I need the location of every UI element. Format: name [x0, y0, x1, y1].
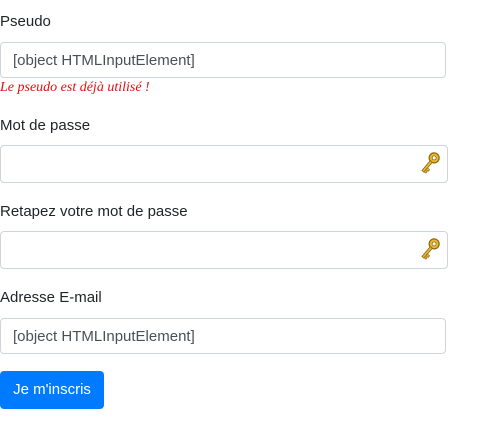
- key-icon[interactable]: [417, 150, 441, 178]
- pseudo-error-message: Le pseudo est déjà utilisé !: [0, 80, 150, 95]
- pseudo-label: Pseudo: [0, 13, 51, 30]
- email-label: Adresse E-mail: [0, 289, 102, 306]
- pseudo-input[interactable]: [object HTMLInputElement]: [0, 42, 446, 78]
- email-input[interactable]: [object HTMLInputElement]: [0, 318, 446, 354]
- password-input[interactable]: [0, 145, 448, 183]
- submit-button[interactable]: Je m'inscris: [0, 371, 104, 409]
- key-icon[interactable]: [417, 236, 441, 264]
- password-label: Mot de passe: [0, 117, 91, 134]
- password-confirm-input[interactable]: [0, 231, 448, 269]
- password-confirm-label: Retapez votre mot de passe: [0, 203, 188, 220]
